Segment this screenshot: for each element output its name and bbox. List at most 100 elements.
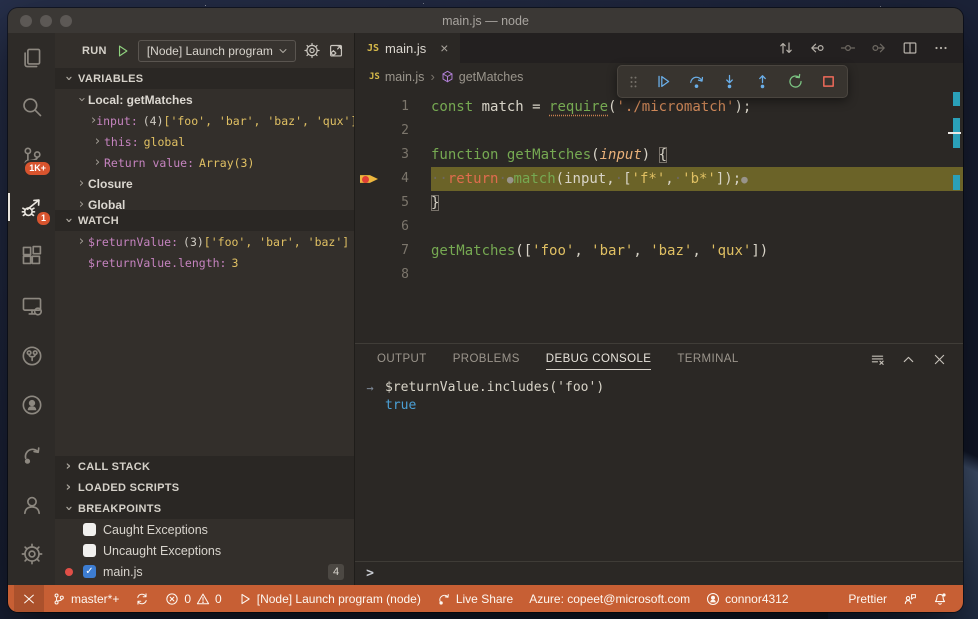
restart-button[interactable] [787,73,804,90]
code-line-text: } [431,191,963,215]
activity-item-accounts[interactable] [8,480,55,530]
variable-row[interactable]: › this: global [55,131,354,152]
variable-row[interactable]: › input: (4) ['foo', 'bar', 'baz', 'qux'] [55,110,354,131]
start-debugging-icon[interactable] [115,43,130,59]
variable-row[interactable]: › Return value: Array(3) [55,152,354,173]
code-line[interactable]: 5} [355,191,963,215]
breakpoint-label: Uncaught Exceptions [103,543,222,558]
tab-main-js[interactable]: JS main.js × [355,33,461,63]
status-item-prettier[interactable]: Prettier [840,585,895,612]
status-item-remote[interactable] [14,585,44,612]
breadcrumb-item-getMatches[interactable]: getMatches [441,70,523,84]
panel-tab-debug-console[interactable]: DEBUG CONSOLE [545,353,652,370]
panel-tab-problems[interactable]: PROBLEMS [453,353,520,365]
step-into-button[interactable] [721,73,738,90]
code-line[interactable]: 4 ··return·●match(input,·['f*',·'b*']);● [355,167,963,191]
activity-item-github[interactable] [8,380,55,430]
activity-item-extensions[interactable] [8,232,55,282]
code-line[interactable]: 1 const match = require('./micromatch'); [355,95,963,119]
breakpoint-row[interactable]: Caught Exceptions [55,519,354,540]
minimize-window-button[interactable] [40,14,52,27]
breakpoint-row[interactable]: Uncaught Exceptions [55,540,354,561]
watch-list: › $returnValue: (3) ['foo', 'bar', 'baz'] $… [55,231,354,456]
code-line[interactable]: 8 [355,263,963,287]
github-icon [21,394,43,416]
more-actions-icon[interactable] [933,40,949,56]
status-item-branch[interactable]: master*+ [44,585,127,612]
section-title: WATCH [78,214,120,227]
code-token: ● [741,173,748,186]
console-input-arrow: → [366,381,374,395]
scope-row[interactable]: › Global [55,194,354,211]
activity-badge: 1K+ [23,159,52,177]
status-item-notifications[interactable] [925,585,955,612]
status-item-github-account[interactable]: connor4312 [698,585,796,612]
activity-item-live-share[interactable] [8,430,55,480]
navigate-current-icon[interactable] [840,40,856,56]
activity-item-settings[interactable] [8,529,55,579]
panel-tab-output[interactable]: OUTPUT [377,353,427,365]
code-token: · [614,171,624,187]
code-line-text: ··return·●match(input,·['f*',·'b*']);● [431,167,963,191]
breakpoint-checkbox[interactable]: ✓ [83,565,96,578]
status-item-problems[interactable]: 00 [157,585,229,612]
step-out-button[interactable] [754,73,771,90]
navigate-back-icon[interactable] [809,40,825,56]
breadcrumb-item-main-js[interactable]: JS main.js [369,70,424,84]
clear-console-icon[interactable] [870,352,885,367]
maximize-window-button[interactable] [60,14,72,27]
status-item-feedback[interactable] [895,585,925,612]
navigate-forward-icon[interactable] [871,40,887,56]
code-line[interactable]: 3 function getMatches(input) { [355,143,963,167]
close-window-button[interactable] [20,14,32,27]
status-item-sync[interactable] [127,585,157,612]
code-editor[interactable]: 1 const match = require('./micromatch'); 2… [355,90,963,343]
status-item-azure-account[interactable]: Azure: copeet@microsoft.com [521,585,698,612]
breakpoints-section-header[interactable]: › BREAKPOINTS [55,498,354,519]
scope-row[interactable]: › Local: getMatches [55,89,354,110]
open-changes-icon[interactable] [778,40,794,56]
code-line[interactable]: 2 [355,119,963,143]
variable-row[interactable]: › $returnValue: (3) ['foo', 'bar', 'baz'] [55,231,354,252]
activity-item-explorer[interactable] [8,33,55,83]
breakpoints-list: Caught Exceptions Uncaught Exceptions ✓ mai… [55,519,354,585]
launch-config-dropdown[interactable]: [Node] Launch program [137,39,296,62]
status-label: Prettier [848,591,887,606]
breakpoint-row[interactable]: ✓ main.js 4 [55,561,354,582]
step-over-button[interactable] [688,73,705,90]
gear-icon[interactable] [304,42,320,59]
gear-icon [21,543,43,565]
loaded-scripts-section-header[interactable]: › LOADED SCRIPTS [55,477,354,498]
split-editor-icon[interactable] [902,40,918,56]
code-line[interactable]: 7 getMatches(['foo', 'bar', 'baz', 'qux']… [355,239,963,263]
activity-item-remote-explorer[interactable] [8,281,55,331]
close-tab-icon[interactable]: × [440,40,448,56]
activity-item-azure-pipelines[interactable] [8,331,55,381]
activity-item-search[interactable] [8,83,55,133]
maximize-panel-icon[interactable] [901,352,916,367]
scope-row[interactable]: › Closure [55,173,354,194]
debug-console-icon[interactable] [328,42,344,59]
variable-row[interactable]: $returnValue.length: 3 [55,252,354,273]
debug-console-input[interactable]: > [355,561,963,585]
activity-item-source-control[interactable]: 1K+ [8,132,55,182]
variable-name: Return value: [104,155,195,170]
breadcrumb-label: main.js [384,69,425,84]
call-stack-section-header[interactable]: › CALL STACK [55,456,354,477]
panel-tab-terminal[interactable]: TERMINAL [677,353,738,365]
continue-button[interactable] [655,73,672,90]
liveshare-icon [21,444,43,466]
status-item-live-share[interactable]: Live Share [429,585,521,612]
status-item-debug-config[interactable]: [Node] Launch program (node) [230,585,429,612]
breakpoint-checkbox[interactable] [83,544,96,557]
drag-grip-icon[interactable] [628,74,639,90]
gutter-glyph-column [355,191,385,215]
code-line[interactable]: 6 [355,215,963,239]
watch-section-header[interactable]: › WATCH [55,210,354,231]
current-line-breakpoint-icon[interactable] [360,172,378,186]
activity-item-run-and-debug[interactable]: 1 [8,182,55,232]
close-panel-icon[interactable] [932,352,947,367]
variables-section-header[interactable]: › VARIABLES [55,68,354,89]
stop-button[interactable] [820,73,837,90]
breakpoint-checkbox[interactable] [83,523,96,536]
